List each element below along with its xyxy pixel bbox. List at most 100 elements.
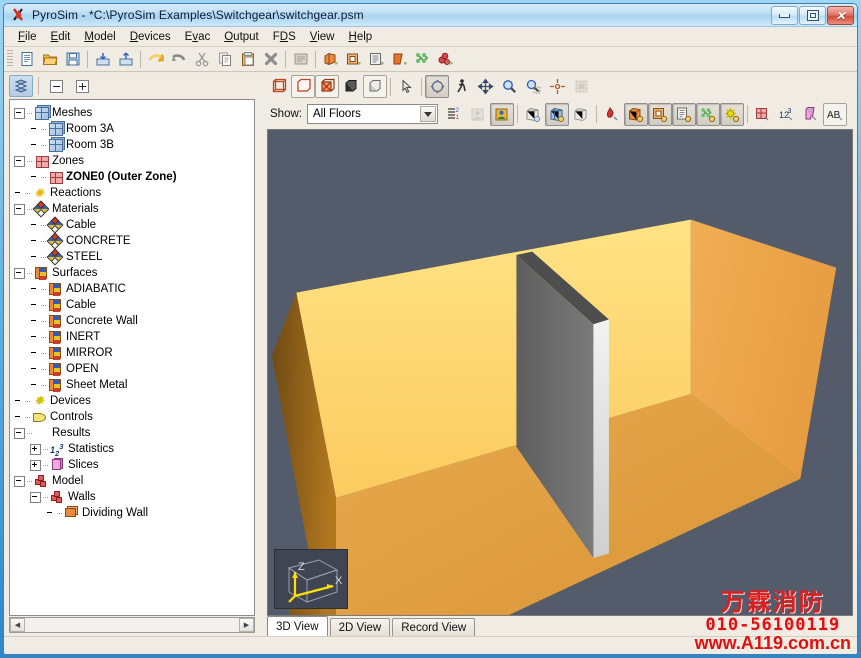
tree-item-sheet-metal[interactable]: Sheet Metal [14, 377, 254, 393]
collapse-icon[interactable] [14, 203, 25, 215]
undo-icon[interactable] [144, 48, 167, 70]
tree-item-room-3a[interactable]: Room 3A [14, 121, 254, 137]
expand-all-button[interactable] [70, 75, 94, 97]
restore-button[interactable] [799, 6, 826, 25]
cut-icon[interactable] [190, 48, 213, 70]
delete-icon[interactable] [259, 48, 282, 70]
minimize-button[interactable] [771, 6, 798, 25]
collapse-icon[interactable] [14, 475, 25, 487]
record-visibility-button[interactable] [671, 102, 696, 126]
tree-item-concrete[interactable]: CONCRETE [14, 232, 254, 250]
tab-3d-view[interactable]: 3D View [267, 616, 328, 636]
tree-item-statistics[interactable]: 123 Statistics [14, 441, 254, 458]
tab-record-view[interactable]: Record View [392, 618, 476, 636]
tree-item-cable[interactable]: Cable [14, 216, 254, 234]
menu-fds[interactable]: FDS [266, 29, 303, 45]
copy-icon[interactable] [213, 48, 236, 70]
expand-icon[interactable] [30, 459, 41, 471]
save-icon[interactable] [61, 48, 84, 70]
tree-item-cable[interactable]: Cable [14, 297, 254, 313]
tree-item-walls[interactable]: Walls [14, 489, 254, 505]
tree-item-mirror[interactable]: MIRROR [14, 345, 254, 361]
paste-icon[interactable] [236, 48, 259, 70]
new-obstruction-icon[interactable] [319, 48, 342, 70]
orbit-button[interactable] [425, 75, 449, 98]
tree-item-dividing-wall[interactable]: Dividing Wall [14, 505, 254, 521]
menu-output[interactable]: Output [217, 29, 266, 45]
tree-item-concrete-wall[interactable]: Concrete Wall [14, 313, 254, 329]
new-vent-icon[interactable] [365, 48, 388, 70]
person-hidden-button[interactable] [466, 103, 490, 126]
model-tree-scroll[interactable]: Meshes Room 3A Room 3B Zones ZONE0 (Outer Zo… [10, 100, 254, 615]
tree-item-zone0-outer-zone[interactable]: ZONE0 (Outer Zone) [14, 169, 254, 185]
collapse-all-button[interactable] [44, 75, 68, 97]
expand-icon[interactable] [30, 443, 41, 455]
tree-item-adiabatic[interactable]: ADIABATIC [14, 281, 254, 297]
obstruction-visibility-button[interactable] [623, 102, 648, 126]
menu-edit[interactable]: Edit [44, 29, 78, 45]
tree-item-slices[interactable]: Slices [14, 457, 254, 473]
mesh-show-button[interactable] [544, 102, 569, 126]
mesh-outline-button[interactable] [569, 103, 593, 126]
statistics-visibility-button[interactable]: 12 3 [775, 103, 799, 126]
tab-2d-view[interactable]: 2D View [329, 618, 391, 636]
menu-evac[interactable]: Evac [178, 29, 218, 45]
redo-icon[interactable] [167, 48, 190, 70]
outline-mode-button[interactable] [291, 75, 315, 98]
walk-button[interactable] [449, 75, 473, 98]
tree-item-inert[interactable]: INERT [14, 329, 254, 345]
model-tree-container[interactable]: Meshes Room 3A Room 3B Zones ZONE0 (Outer Zo… [9, 99, 255, 616]
new-device-icon[interactable] [411, 48, 434, 70]
floor-list-button[interactable]: 21 [442, 103, 466, 126]
new-hole-icon[interactable] [342, 48, 365, 70]
slice-visibility-button[interactable] [799, 103, 823, 126]
tree-item-devices[interactable]: ✸ Devices [14, 393, 254, 409]
chevron-down-icon[interactable] [419, 106, 436, 122]
tree-item-reactions[interactable]: ✺ Reactions [14, 185, 254, 201]
scroll-left-button[interactable]: ◀ [10, 618, 25, 632]
zoom-region-button[interactable] [521, 75, 545, 98]
tree-item-surfaces[interactable]: Surfaces [14, 265, 254, 281]
select-pointer-button[interactable] [394, 75, 418, 98]
reset-view-button[interactable] [569, 75, 593, 98]
toolbar-grip[interactable] [7, 50, 13, 68]
collapse-icon[interactable] [30, 491, 41, 503]
tree-item-open[interactable]: OPEN [14, 361, 254, 377]
person-visible-button[interactable] [489, 102, 514, 126]
vent-visibility-button[interactable] [695, 102, 720, 126]
new-model-icon[interactable] [434, 48, 457, 70]
tree-item-zones[interactable]: Zones [14, 153, 254, 169]
zone-visibility-button[interactable] [751, 103, 775, 126]
mesh-hide-button[interactable] [521, 103, 545, 126]
floor-filter-select[interactable]: All Floors [306, 104, 438, 124]
collapse-icon[interactable] [14, 107, 25, 119]
center-view-button[interactable] [545, 75, 569, 98]
zoom-button[interactable] [497, 75, 521, 98]
scroll-right-button[interactable]: ▶ [239, 618, 254, 632]
device-visibility-button[interactable] [719, 102, 744, 126]
tree-item-materials[interactable]: Materials [14, 200, 254, 218]
menu-view[interactable]: View [303, 29, 342, 45]
tree-item-meshes[interactable]: Meshes [14, 105, 254, 121]
tree-item-controls[interactable]: Controls [14, 409, 254, 425]
textured-mode-button[interactable] [315, 75, 339, 98]
label-visibility-button[interactable]: AB [822, 102, 847, 126]
export-icon[interactable] [114, 48, 137, 70]
tree-item-results[interactable]: Results [14, 425, 254, 441]
collapse-icon[interactable] [14, 155, 25, 167]
collapse-icon[interactable] [14, 267, 25, 279]
shaded-mode-button[interactable] [363, 75, 387, 98]
viewport-3d[interactable]: Z X [267, 129, 853, 616]
edit-properties-icon[interactable] [289, 48, 312, 70]
wireframe-mode-button[interactable] [267, 75, 291, 98]
menu-devices[interactable]: Devices [123, 29, 178, 45]
menu-file[interactable]: File [11, 29, 44, 45]
hole-visibility-button[interactable] [647, 102, 672, 126]
menu-model[interactable]: Model [77, 29, 122, 45]
tree-navigator-button[interactable] [9, 75, 33, 97]
pan-button[interactable] [473, 75, 497, 98]
collapse-icon[interactable] [14, 427, 25, 439]
reaction-visibility-button[interactable] [600, 103, 624, 126]
close-button[interactable]: ✕ [827, 6, 854, 25]
tree-item-model[interactable]: Model [14, 473, 254, 489]
